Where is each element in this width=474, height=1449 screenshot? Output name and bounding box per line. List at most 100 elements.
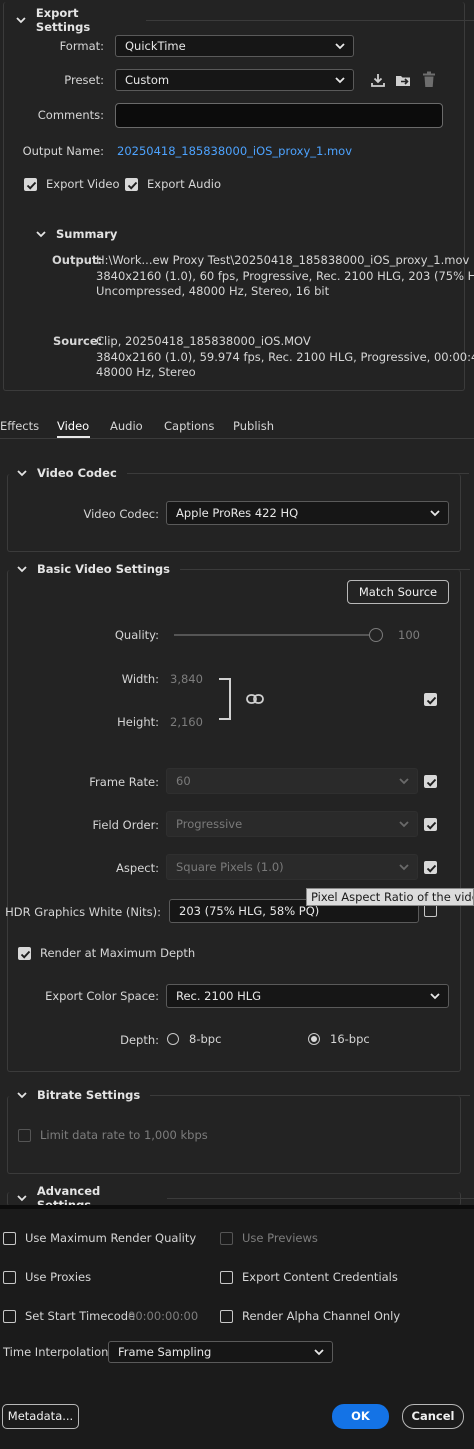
section-title: Video Codec	[37, 466, 117, 480]
export-content-credentials-label: Export Content Credentials	[242, 1270, 398, 1284]
video-codec-header[interactable]: Video Codec	[15, 466, 469, 480]
export-color-space-value: Rec. 2100 HLG	[176, 989, 262, 1003]
hdr-white-label: HDR Graphics White (Nits):	[5, 905, 161, 919]
export-video-checkbox[interactable]	[24, 178, 37, 191]
video-codec-value: Apple ProRes 422 HQ	[176, 506, 299, 520]
limit-data-rate-checkbox[interactable]	[18, 1129, 31, 1142]
time-interpolation-value: Frame Sampling	[118, 1345, 212, 1359]
use-previews-checkbox[interactable]	[220, 1232, 233, 1245]
basic-video-header[interactable]: Basic Video Settings	[15, 562, 470, 576]
field-order-dropdown[interactable]: Progressive	[166, 811, 418, 837]
aspect-dropdown[interactable]: Square Pixels (1.0)	[166, 854, 418, 880]
match-source-button[interactable]: Match Source	[347, 580, 449, 604]
frame-rate-dropdown[interactable]: 60	[166, 768, 418, 794]
width-label: Width:	[121, 672, 159, 686]
chevron-down-icon	[17, 566, 27, 573]
width-value[interactable]: 3,840	[170, 672, 203, 686]
export-color-space-label: Export Color Space:	[45, 989, 159, 1003]
limit-data-rate-label: Limit data rate to 1,000 kbps	[40, 1128, 208, 1142]
import-preset-icon[interactable]	[395, 72, 413, 88]
tab-video[interactable]: Video	[57, 419, 89, 433]
set-start-timecode-label: Set Start Timecode	[25, 1309, 136, 1323]
render-alpha-only-label: Render Alpha Channel Only	[242, 1309, 401, 1323]
summary-source-line: 3840x2160 (1.0), 59.974 fps, Rec. 2100 H…	[96, 349, 474, 364]
video-codec-dropdown[interactable]: Apple ProRes 422 HQ	[166, 501, 449, 525]
summary-header[interactable]: Summary	[34, 227, 117, 241]
start-timecode-value[interactable]: 00:00:00:00	[128, 1309, 198, 1323]
tab-audio[interactable]: Audio	[110, 419, 143, 433]
export-audio-label: Export Audio	[147, 177, 221, 191]
metadata-button[interactable]: Metadata...	[2, 1404, 79, 1429]
aspect-tooltip: Pixel Aspect Ratio of the vide	[306, 888, 474, 906]
depth-16bpc-label: 16-bpc	[330, 1032, 370, 1046]
chevron-down-icon	[17, 470, 27, 477]
set-start-timecode-checkbox[interactable]	[3, 1310, 16, 1323]
summary-source-label: Source:	[53, 334, 103, 348]
render-alpha-only-checkbox[interactable]	[220, 1310, 233, 1323]
use-proxies-label: Use Proxies	[25, 1270, 92, 1284]
preset-label: Preset:	[64, 73, 104, 87]
quality-slider-thumb[interactable]	[369, 628, 383, 642]
chevron-down-icon	[17, 1195, 27, 1202]
time-interpolation-label: Time Interpolation:	[3, 1345, 113, 1359]
save-preset-icon[interactable]	[370, 72, 386, 88]
summary-source-lines: Clip, 20250418_185838000_iOS.MOV 3840x21…	[96, 334, 474, 381]
chain-link-icon[interactable]	[246, 692, 264, 706]
summary-title: Summary	[56, 227, 118, 241]
export-audio-checkbox[interactable]	[125, 178, 138, 191]
aspect-override-checkbox[interactable]	[424, 861, 437, 874]
tab-captions[interactable]: Captions	[164, 419, 214, 433]
depth-label: Depth:	[120, 1033, 159, 1047]
frame-rate-override-checkbox[interactable]	[424, 775, 437, 788]
ok-button[interactable]: OK	[332, 1404, 389, 1429]
tab-effects[interactable]: Effects	[0, 419, 39, 433]
output-name-link[interactable]: 20250418_185838000_iOS_proxy_1.mov	[117, 144, 352, 158]
format-dropdown[interactable]: QuickTime	[115, 35, 354, 57]
field-order-label: Field Order:	[92, 818, 159, 832]
chevron-down-icon	[399, 864, 409, 871]
use-proxies-checkbox[interactable]	[3, 1271, 16, 1284]
chevron-down-icon	[399, 778, 409, 785]
summary-output-line: H:\Work...ew Proxy Test\20250418_1858380…	[96, 253, 470, 267]
preset-value: Custom	[125, 73, 170, 87]
dimensions-override-checkbox[interactable]	[424, 693, 437, 706]
quality-slider-track	[174, 634, 376, 636]
preset-dropdown[interactable]: Custom	[115, 69, 354, 91]
render-max-depth-checkbox[interactable]	[18, 947, 31, 960]
export-color-space-dropdown[interactable]: Rec. 2100 HLG	[166, 984, 449, 1008]
field-order-value: Progressive	[176, 817, 243, 831]
section-title: Bitrate Settings	[37, 1088, 141, 1102]
cancel-button[interactable]: Cancel	[402, 1404, 464, 1429]
depth-8bpc-radio[interactable]	[167, 1033, 179, 1045]
summary-output-label: Output:	[52, 253, 102, 267]
delete-preset-icon[interactable]	[422, 71, 436, 88]
chevron-down-icon	[17, 1092, 27, 1099]
summary-output-line: Uncompressed, 48000 Hz, Stereo, 16 bit	[96, 284, 330, 298]
depth-16bpc-radio[interactable]	[308, 1033, 320, 1045]
comments-label: Comments:	[37, 108, 104, 122]
chevron-down-icon	[335, 77, 345, 84]
export-settings-header[interactable]: Export Settings	[14, 6, 474, 34]
height-label: Height:	[117, 715, 159, 729]
height-value[interactable]: 2,160	[170, 715, 203, 729]
chevron-down-icon	[314, 1349, 324, 1356]
field-order-override-checkbox[interactable]	[424, 818, 437, 831]
section-title: Export Settings	[35, 6, 91, 34]
tab-publish[interactable]: Publish	[233, 419, 274, 433]
use-previews-label: Use Previews	[242, 1231, 318, 1245]
depth-8bpc-label: 8-bpc	[189, 1032, 222, 1046]
frame-rate-label: Frame Rate:	[89, 775, 159, 789]
use-max-render-quality-checkbox[interactable]	[3, 1232, 16, 1245]
chevron-down-icon	[430, 510, 440, 517]
quality-value: 100	[398, 628, 420, 642]
link-bracket	[219, 678, 231, 720]
quality-slider[interactable]	[174, 628, 384, 642]
chevron-down-icon	[430, 993, 440, 1000]
chevron-down-icon	[399, 821, 409, 828]
comments-input[interactable]	[115, 103, 443, 128]
export-content-credentials-checkbox[interactable]	[220, 1271, 233, 1284]
bitrate-header[interactable]: Bitrate Settings	[15, 1088, 471, 1102]
time-interpolation-dropdown[interactable]: Frame Sampling	[108, 1341, 333, 1363]
format-value: QuickTime	[125, 39, 186, 53]
export-video-label: Export Video	[46, 177, 120, 191]
